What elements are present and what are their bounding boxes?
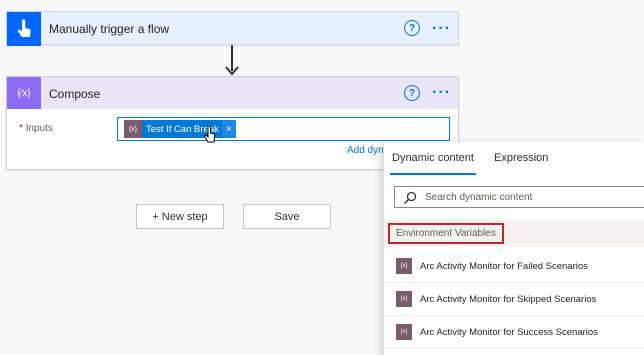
tab-expression[interactable]: Expression	[494, 152, 548, 164]
tab-dynamic-content[interactable]: Dynamic content	[392, 152, 474, 164]
help-icon[interactable]: ?	[404, 85, 420, 101]
hand-tap-icon	[7, 12, 41, 46]
list-item-label: Arc Activity Monitor for Skipped Scenari…	[420, 293, 597, 305]
list-item-label: Arc Activity Monitor for Failed Scenario…	[420, 260, 588, 272]
list-item[interactable]: {x} Arc Activity Monitor for Success Sce…	[384, 316, 644, 349]
trigger-card[interactable]: Manually trigger a flow ? ···	[6, 11, 459, 46]
flyout-tabs: Dynamic content Expression	[384, 142, 644, 176]
more-options-icon[interactable]: ···	[432, 21, 451, 37]
inputs-field[interactable]: {x} Test If Can Break ×	[117, 117, 450, 141]
variable-icon: {x}	[396, 324, 412, 340]
selected-tab-indicator	[390, 173, 476, 175]
list-item[interactable]: {x} Arc Activity Monitor for Skipped Sce…	[384, 283, 644, 316]
add-dynamic-content-link[interactable]: Add dyn	[347, 145, 384, 156]
inputs-label: * Inputs	[19, 123, 53, 134]
variable-icon: {x}	[396, 291, 412, 307]
compose-header[interactable]: {⁄x} Compose ? ···	[7, 77, 458, 109]
section-header: Environment Variables	[384, 220, 644, 247]
compose-icon: {⁄x}	[7, 77, 41, 109]
search-box[interactable]	[394, 186, 644, 208]
dynamic-token[interactable]: {x} Test If Can Break ×	[124, 120, 236, 138]
search-input[interactable]	[425, 189, 635, 205]
more-options-icon[interactable]: ···	[432, 85, 451, 101]
arrow-down-icon	[225, 66, 239, 76]
compose-title: Compose	[49, 87, 101, 101]
search-icon	[403, 191, 417, 205]
save-button[interactable]: Save	[243, 204, 331, 229]
list-item-label: Arc Activity Monitor for Success Scenari…	[420, 326, 598, 338]
remove-token-icon[interactable]: ×	[221, 120, 236, 138]
section-label-environment-variables: Environment Variables	[388, 223, 504, 244]
list-item[interactable]: {x} Arc Activity Monitor for Failed Scen…	[384, 250, 644, 283]
dynamic-content-flyout: Dynamic content Expression Environment V…	[383, 142, 644, 355]
new-step-button[interactable]: + New step	[136, 204, 224, 229]
help-icon[interactable]: ?	[404, 20, 420, 36]
inputs-label-text: Inputs	[25, 123, 53, 134]
flow-designer-canvas: Manually trigger a flow ? ··· {⁄x} Compo…	[0, 0, 644, 355]
variable-icon: {x}	[124, 120, 142, 138]
required-mark: *	[19, 123, 23, 134]
hand-cursor-icon	[204, 126, 216, 143]
trigger-title: Manually trigger a flow	[49, 22, 170, 36]
variable-icon: {x}	[396, 258, 412, 274]
